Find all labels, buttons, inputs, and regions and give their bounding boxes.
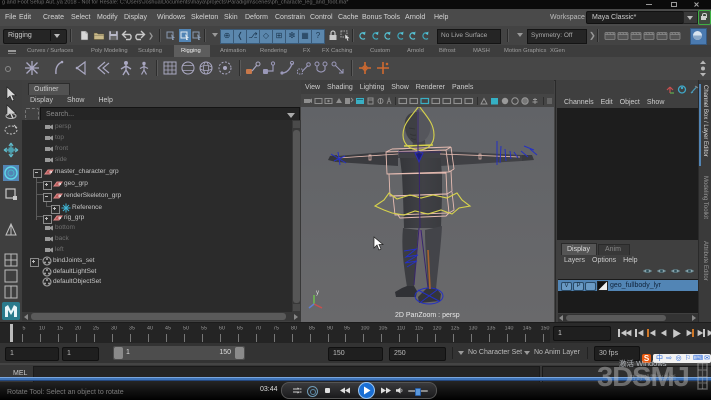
svg-text:2D PanZoom : persp: 2D PanZoom : persp [395,312,460,319]
svg-text:y: y [316,290,319,296]
